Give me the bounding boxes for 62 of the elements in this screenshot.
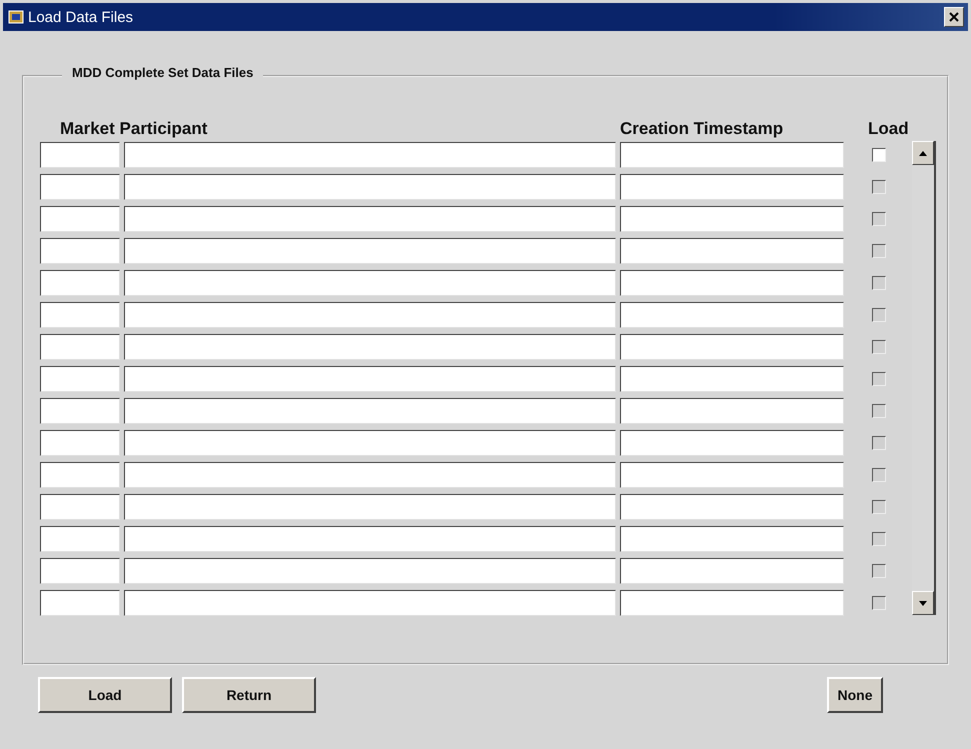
input-field[interactable] [620,558,844,584]
action-button[interactable]: Load [38,677,172,713]
input-field[interactable] [620,302,844,328]
scroll-down-button[interactable] [912,591,934,615]
input-field[interactable] [40,174,120,200]
input-field[interactable] [620,334,844,360]
input-field[interactable] [40,590,120,616]
input-field[interactable] [620,462,844,488]
input-field[interactable] [40,558,120,584]
input-field[interactable] [124,206,616,232]
input-field[interactable] [620,590,844,616]
input-field[interactable] [124,494,616,520]
input-field[interactable] [620,270,844,296]
input-field[interactable] [40,366,120,392]
input-field[interactable] [40,302,120,328]
input-field[interactable] [40,334,120,360]
input-field[interactable] [40,462,120,488]
input-field[interactable] [124,430,616,456]
input-field[interactable] [40,270,120,296]
input-field[interactable] [40,238,120,264]
group-title: MDD Complete Set Data Files [62,65,264,80]
input-field[interactable] [620,206,844,232]
input-field[interactable] [620,494,844,520]
input-field[interactable] [620,430,844,456]
input-field[interactable] [124,174,616,200]
input-field[interactable] [124,334,616,360]
column-header: Load [868,119,909,139]
input-field[interactable] [124,398,616,424]
input-field[interactable] [124,366,616,392]
column-header: Market Participant [59,119,208,139]
action-button[interactable]: None [827,677,883,713]
column-header: Creation Timestamp [620,119,784,139]
input-field[interactable] [124,590,616,616]
input-field[interactable] [124,142,616,168]
input-field[interactable] [620,174,844,200]
input-field[interactable] [40,526,120,552]
down-triangle-icon [919,600,927,606]
input-field[interactable] [124,558,616,584]
scroll-up-button[interactable] [912,141,934,165]
window-title: Load Data Files [28,8,134,26]
input-field[interactable] [40,494,120,520]
close-icon [949,12,959,22]
input-field[interactable] [124,238,616,264]
load-checkbox[interactable] [872,148,886,162]
input-field[interactable] [124,302,616,328]
input-field[interactable] [620,142,844,168]
input-field[interactable] [124,270,616,296]
input-field[interactable] [40,430,120,456]
input-field[interactable] [40,142,120,168]
input-field[interactable] [124,462,616,488]
action-button[interactable]: Return [182,677,316,713]
up-triangle-icon [919,150,927,156]
close-button[interactable] [944,7,964,27]
input-field[interactable] [620,238,844,264]
input-field[interactable] [124,526,616,552]
input-field[interactable] [620,366,844,392]
input-field[interactable] [40,398,120,424]
input-field[interactable] [40,206,120,232]
vertical-scrollbar[interactable] [912,141,936,615]
input-field[interactable] [620,526,844,552]
input-field[interactable] [620,398,844,424]
app-icon [7,8,25,26]
